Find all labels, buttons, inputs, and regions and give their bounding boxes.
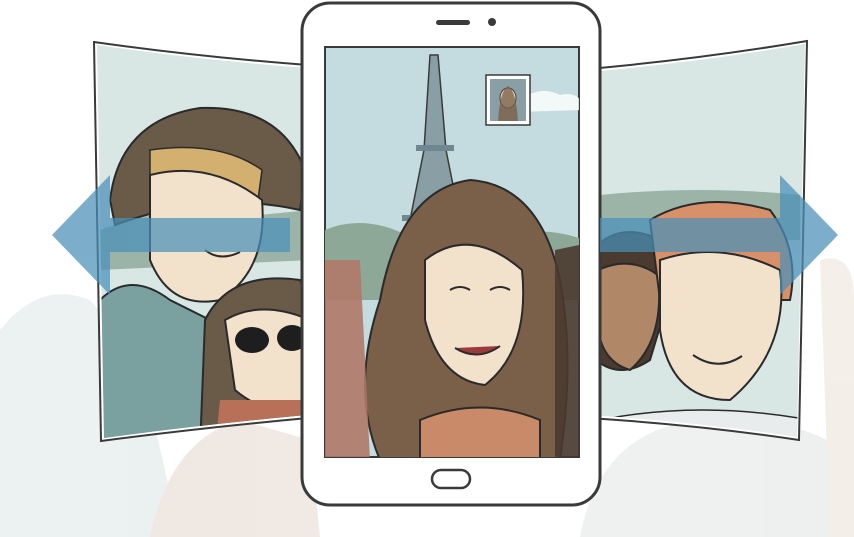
panorama-selfie-illustration [0,0,854,537]
illustration-canvas [0,1,854,537]
home-button-icon[interactable] [430,468,472,490]
selfie-thumbnail-icon[interactable] [485,74,531,126]
front-camera-icon [488,18,496,26]
tablet-device [300,1,602,507]
camera-screen [324,46,580,458]
speaker-grille-icon [436,20,470,25]
